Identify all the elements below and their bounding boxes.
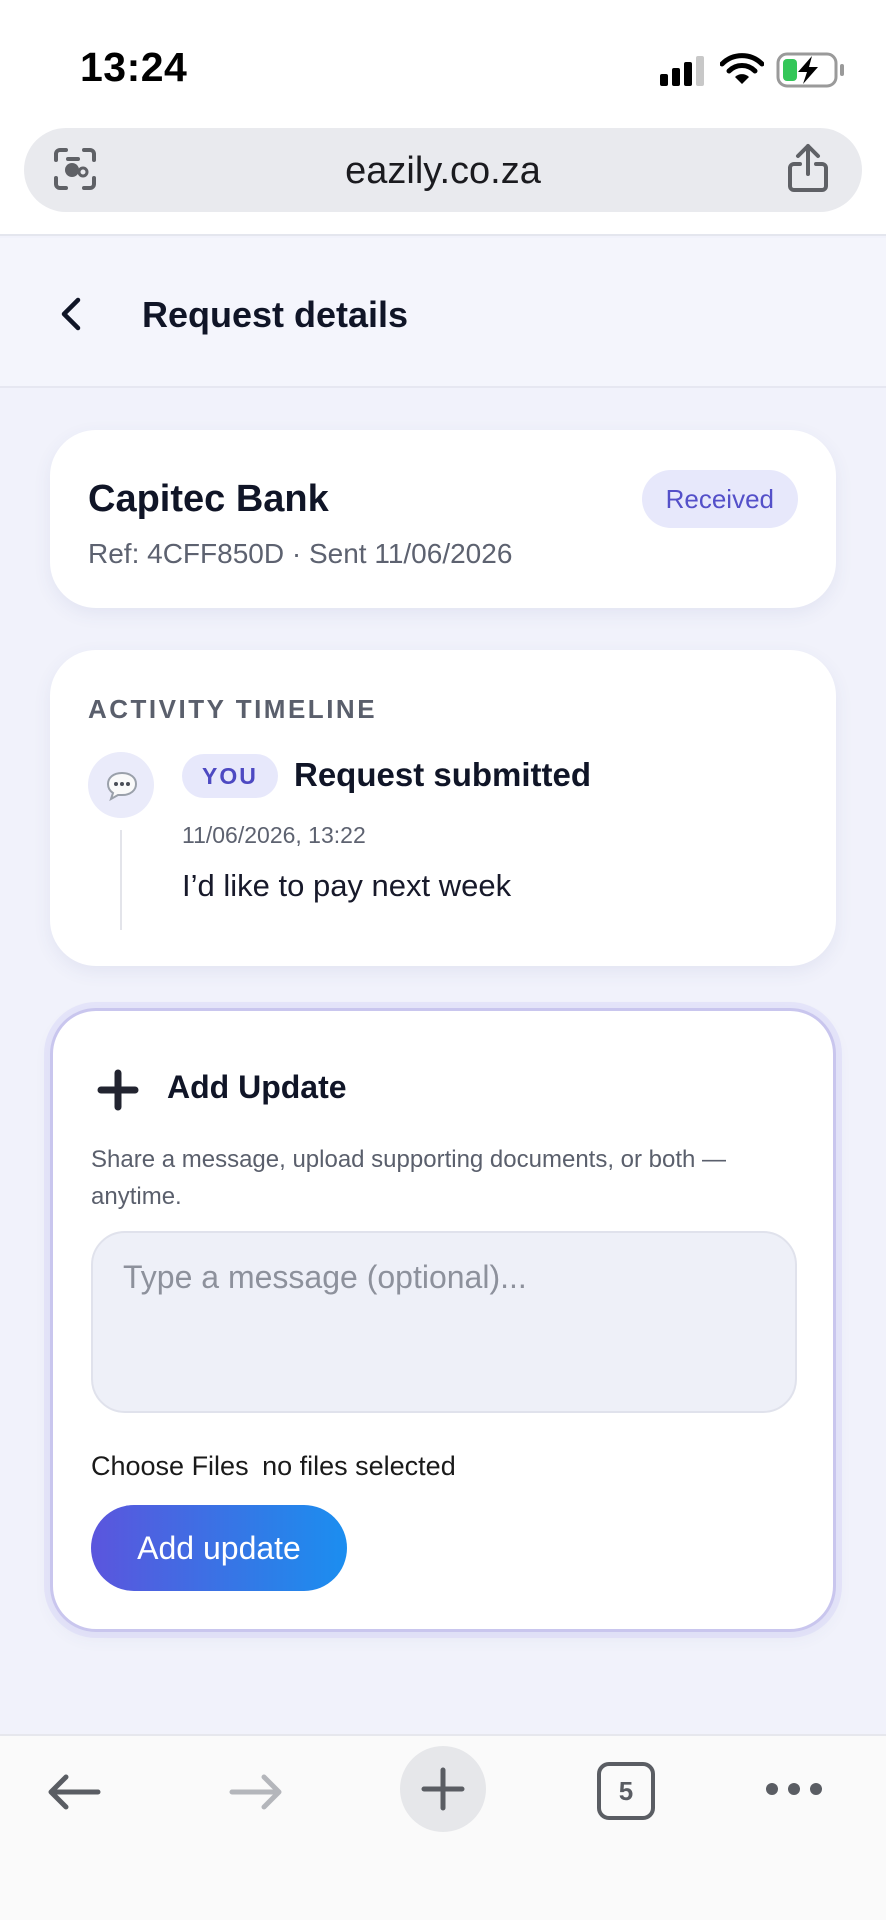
arrow-right-icon[interactable]	[226, 1772, 286, 1812]
add-update-title: Add Update	[167, 1069, 347, 1105]
new-tab-button[interactable]	[400, 1746, 486, 1832]
timeline-connector	[120, 830, 122, 930]
arrow-left-icon[interactable]	[44, 1772, 104, 1812]
file-status: no files selected	[262, 1451, 456, 1481]
page-title: Request details	[142, 294, 409, 335]
browser-bottom-bar: 5	[0, 1734, 886, 1920]
browser-toolbar: eazily.co.za	[0, 122, 886, 236]
speech-bubble-icon	[106, 771, 138, 802]
event-title: Request submitted	[294, 756, 592, 793]
cellular-signal-icon	[660, 56, 708, 86]
request-reference: Ref: 4CFF850D · Sent 11/06/2026	[88, 538, 513, 569]
event-timestamp: 11/06/2026, 13:22	[182, 822, 366, 848]
plus-icon	[421, 1767, 465, 1811]
request-summary-card: Capitec Bank Ref: 4CFF850D · Sent 11/06/…	[50, 430, 836, 608]
wifi-icon	[720, 53, 764, 84]
url-text[interactable]: eazily.co.za	[24, 150, 862, 193]
actor-badge: YOU	[182, 754, 278, 798]
plus-icon	[97, 1069, 139, 1111]
timeline-event-avatar	[88, 752, 154, 818]
status-time: 13:24	[80, 44, 188, 90]
file-picker: Choose Files no files selected	[91, 1451, 456, 1482]
status-bar: 13:24	[0, 0, 886, 122]
battery-charging-icon	[776, 52, 844, 88]
add-update-description: Share a message, upload supporting docum…	[91, 1146, 727, 1210]
status-badge: Received	[641, 470, 798, 528]
chevron-left-icon[interactable]	[58, 296, 84, 332]
add-update-card: Add Update Share a message, upload suppo…	[50, 1008, 836, 1632]
share-icon[interactable]	[786, 142, 830, 194]
bank-name: Capitec Bank	[88, 478, 329, 520]
more-icon[interactable]	[764, 1780, 824, 1798]
choose-files-button[interactable]: Choose Files	[91, 1451, 249, 1481]
message-input[interactable]	[91, 1231, 797, 1413]
add-update-button[interactable]: Add update	[91, 1505, 347, 1591]
activity-timeline-card: ACTIVITY TIMELINE YOU Request submitted …	[50, 650, 836, 966]
app-header: Request details	[0, 238, 886, 388]
tabs-button[interactable]: 5	[597, 1762, 655, 1820]
tab-count: 5	[597, 1762, 655, 1820]
timeline-heading: ACTIVITY TIMELINE	[88, 694, 378, 724]
address-bar[interactable]: eazily.co.za	[24, 128, 862, 212]
event-message: I’d like to pay next week	[182, 868, 512, 903]
